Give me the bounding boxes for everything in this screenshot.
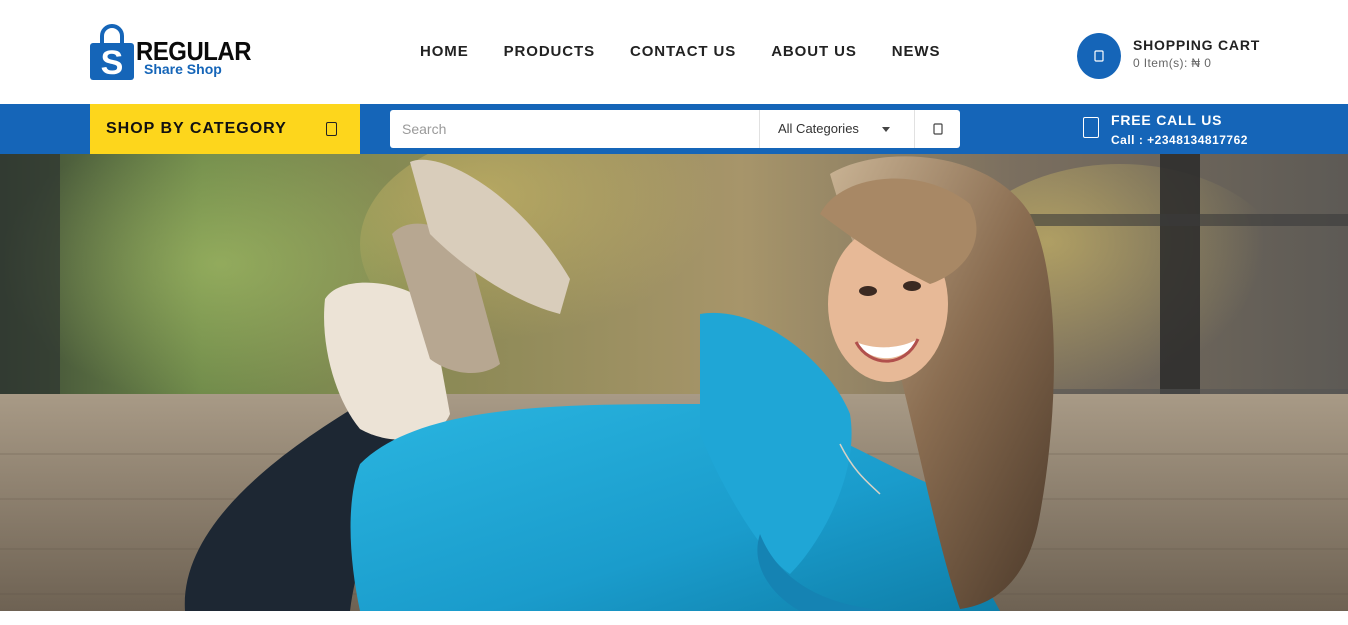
logo-letter: S [101, 44, 124, 80]
menu-icon [326, 122, 337, 136]
nav-item-contact-us[interactable]: CONTACT US [630, 43, 736, 61]
call-number[interactable]: Call : +2348134817762 [1111, 133, 1248, 147]
chevron-down-icon [882, 127, 890, 132]
search-icon [933, 123, 943, 135]
shopping-cart-icon [1094, 50, 1104, 62]
search-button[interactable] [916, 110, 960, 148]
shop-by-category-button[interactable]: SHOP BY CATEGORY [90, 104, 360, 154]
category-select-value: All Categories [778, 121, 859, 136]
cart-title[interactable]: SHOPPING CART [1133, 37, 1260, 53]
nav-item-home[interactable]: HOME [420, 43, 469, 61]
nav-item-about-us[interactable]: ABOUT US [771, 43, 857, 61]
free-call-title: FREE CALL US [1111, 112, 1223, 128]
shopping-bag-logo-icon: S [90, 24, 134, 80]
cart-button[interactable] [1077, 33, 1121, 79]
phone-icon [1083, 117, 1099, 138]
shop-by-category-label: SHOP BY CATEGORY [106, 120, 287, 137]
search-form: All Categories [390, 110, 960, 148]
nav-item-news[interactable]: NEWS [892, 43, 941, 61]
hero-banner[interactable] [0, 154, 1348, 611]
category-select[interactable]: All Categories [759, 110, 915, 148]
hero-banner-image [0, 154, 1348, 611]
main-nav: HOME PRODUCTS CONTACT US ABOUT US NEWS [420, 43, 940, 61]
search-input[interactable] [390, 110, 760, 148]
logo-tagline: Share Shop [144, 61, 222, 77]
site-logo[interactable]: S REGULAR Share Shop [90, 24, 252, 80]
cart-summary: 0 Item(s): ₦ 0 [1133, 56, 1212, 70]
nav-item-products[interactable]: PRODUCTS [504, 43, 595, 61]
site-header: S REGULAR Share Shop HOME PRODUCTS CONTA… [0, 0, 1348, 104]
